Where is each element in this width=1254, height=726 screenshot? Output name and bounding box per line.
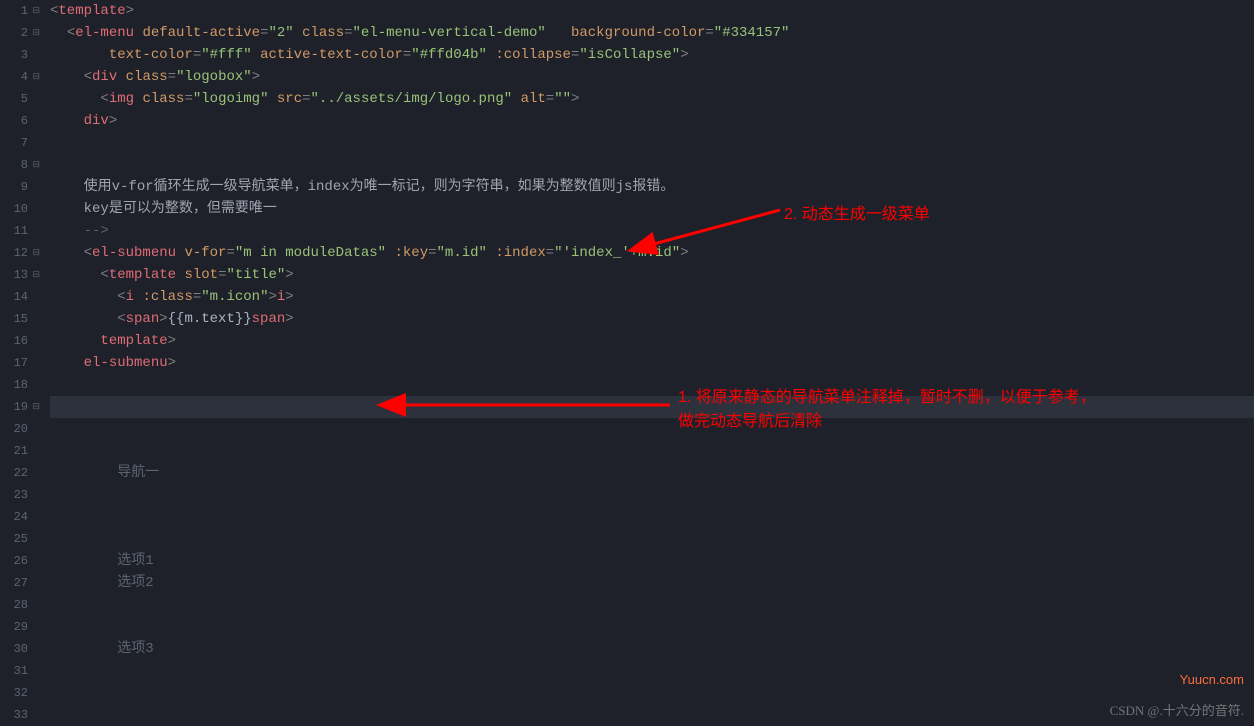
code-line[interactable]: 导航一 bbox=[50, 462, 1254, 484]
code-line[interactable]: <template> bbox=[50, 0, 1254, 22]
code-line[interactable] bbox=[50, 528, 1254, 550]
code-editor: 1⊟2⊟34⊟5678⊟9101112⊟13⊟141516171819⊟2021… bbox=[0, 0, 1254, 725]
annotation-1-line2: 做完动态导航后清除 bbox=[678, 407, 822, 431]
gutter-line: 33 bbox=[0, 704, 40, 726]
code-line[interactable]: div> bbox=[50, 110, 1254, 132]
gutter-line: 2⊟ bbox=[0, 22, 40, 44]
code-line[interactable]: <el-submenu v-for="m in moduleDatas" :ke… bbox=[50, 242, 1254, 264]
code-line[interactable]: key是可以为整数，但需要唯一 bbox=[50, 198, 1254, 220]
gutter-line: 19⊟ bbox=[0, 396, 40, 418]
code-line[interactable]: 选项3 bbox=[50, 638, 1254, 660]
code-line[interactable]: <span>{{m.text}}span> bbox=[50, 308, 1254, 330]
watermark-yuucn: Yuucn.com bbox=[1180, 672, 1244, 687]
gutter-line: 20 bbox=[0, 418, 40, 440]
code-line[interactable] bbox=[50, 484, 1254, 506]
code-line[interactable]: <i :class="m.icon">i> bbox=[50, 286, 1254, 308]
code-line[interactable]: 选项1 bbox=[50, 550, 1254, 572]
gutter-line: 31 bbox=[0, 660, 40, 682]
gutter-line: 14 bbox=[0, 286, 40, 308]
code-line[interactable]: 选项2 bbox=[50, 572, 1254, 594]
gutter-line: 3 bbox=[0, 44, 40, 66]
gutter-line: 26 bbox=[0, 550, 40, 572]
gutter-line: 30 bbox=[0, 638, 40, 660]
code-line[interactable] bbox=[50, 440, 1254, 462]
gutter-line: 5 bbox=[0, 88, 40, 110]
gutter-line: 29 bbox=[0, 616, 40, 638]
watermark-csdn: CSDN @.十六分的音符. bbox=[1110, 700, 1244, 719]
code-area[interactable]: <template> <el-menu default-active="2" c… bbox=[44, 0, 1254, 725]
code-line[interactable] bbox=[50, 660, 1254, 682]
gutter-line: 32 bbox=[0, 682, 40, 704]
gutter-line: 18 bbox=[0, 374, 40, 396]
code-line[interactable] bbox=[50, 594, 1254, 616]
code-line[interactable]: --> bbox=[50, 220, 1254, 242]
code-line[interactable] bbox=[50, 154, 1254, 176]
gutter-line: 24 bbox=[0, 506, 40, 528]
code-line[interactable]: <img class="logoimg" src="../assets/img/… bbox=[50, 88, 1254, 110]
code-line[interactable]: text-color="#fff" active-text-color="#ff… bbox=[50, 44, 1254, 66]
gutter-line: 11 bbox=[0, 220, 40, 242]
gutter-line: 25 bbox=[0, 528, 40, 550]
gutter-line: 13⊟ bbox=[0, 264, 40, 286]
gutter-line: 28 bbox=[0, 594, 40, 616]
line-gutter: 1⊟2⊟34⊟5678⊟9101112⊟13⊟141516171819⊟2021… bbox=[0, 0, 44, 725]
code-line[interactable]: template> bbox=[50, 330, 1254, 352]
gutter-line: 8⊟ bbox=[0, 154, 40, 176]
gutter-line: 1⊟ bbox=[0, 0, 40, 22]
gutter-line: 23 bbox=[0, 484, 40, 506]
gutter-line: 15 bbox=[0, 308, 40, 330]
code-line[interactable]: <template slot="title"> bbox=[50, 264, 1254, 286]
code-line[interactable] bbox=[50, 506, 1254, 528]
code-line[interactable]: el-submenu> bbox=[50, 352, 1254, 374]
code-line[interactable] bbox=[50, 132, 1254, 154]
gutter-line: 12⊟ bbox=[0, 242, 40, 264]
annotation-1-line1: 1. 将原来静态的导航菜单注释掉，暂时不删，以便于参考， bbox=[678, 383, 1096, 407]
gutter-line: 6 bbox=[0, 110, 40, 132]
gutter-line: 4⊟ bbox=[0, 66, 40, 88]
gutter-line: 17 bbox=[0, 352, 40, 374]
code-line[interactable] bbox=[50, 682, 1254, 704]
gutter-line: 16 bbox=[0, 330, 40, 352]
code-line[interactable] bbox=[50, 418, 1254, 440]
code-line[interactable]: <div class="logobox"> bbox=[50, 66, 1254, 88]
code-line[interactable]: <el-menu default-active="2" class="el-me… bbox=[50, 22, 1254, 44]
gutter-line: 22 bbox=[0, 462, 40, 484]
gutter-line: 27 bbox=[0, 572, 40, 594]
code-line[interactable] bbox=[50, 616, 1254, 638]
gutter-line: 9 bbox=[0, 176, 40, 198]
annotation-2: 2. 动态生成一级菜单 bbox=[784, 200, 930, 224]
gutter-line: 10 bbox=[0, 198, 40, 220]
gutter-line: 21 bbox=[0, 440, 40, 462]
gutter-line: 7 bbox=[0, 132, 40, 154]
code-line[interactable] bbox=[50, 704, 1254, 726]
code-line[interactable]: 使用v-for循环生成一级导航菜单，index为唯一标记，则为字符串，如果为整数… bbox=[50, 176, 1254, 198]
